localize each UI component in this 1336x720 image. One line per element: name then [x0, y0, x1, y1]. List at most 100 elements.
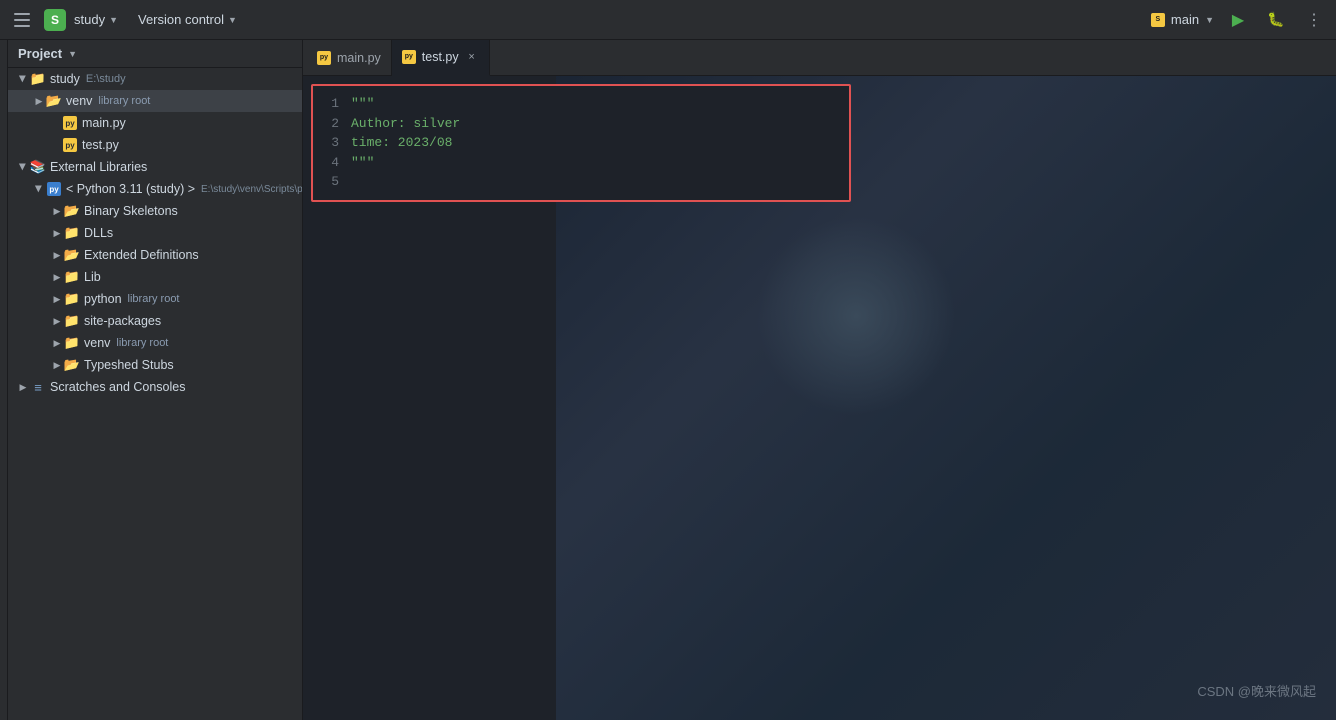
tree-label-python311: < Python 3.11 (study) > — [66, 182, 195, 196]
main-layout: Project ▼ ▶ 📁 study E:\study ▶ 📂 venv li… — [0, 40, 1336, 720]
titlebar-left: S study ▼ Version control ▼ — [8, 6, 1143, 34]
tree-subtitle-venv2: library root — [116, 337, 168, 349]
project-name-button[interactable]: study ▼ — [74, 12, 118, 27]
py-icon-test: py — [62, 137, 78, 153]
tab-label-main-py: main.py — [337, 51, 381, 65]
tree-label-typeshed-stubs: Typeshed Stubs — [84, 358, 174, 372]
tree-item-main-py[interactable]: ▶ py main.py — [8, 112, 302, 134]
tree-item-binary-skeletons[interactable]: ▶ 📂 Binary Skeletons — [8, 200, 302, 222]
tree-arrow-study: ▶ — [16, 72, 30, 86]
tree-path-study: E:\study — [86, 73, 126, 85]
version-control-label: Version control — [138, 12, 224, 27]
py-icon-main: py — [62, 115, 78, 131]
tree-arrow-python: ▶ — [50, 292, 64, 306]
tree-item-extended-definitions[interactable]: ▶ 📂 Extended Definitions — [8, 244, 302, 266]
tree-arrow-ext-libs: ▶ — [16, 160, 30, 174]
project-chevron-icon: ▼ — [109, 15, 118, 25]
code-line-4: """ — [351, 153, 841, 173]
folder-icon-study: 📁 — [30, 71, 46, 87]
tree-item-external-libraries[interactable]: ▶ 📚 External Libraries — [8, 156, 302, 178]
tree-item-venv2[interactable]: ▶ 📁 venv library root — [8, 332, 302, 354]
py-badge-test: py — [63, 138, 77, 152]
tree-arrow-lib: ▶ — [50, 270, 64, 284]
tab-bar: py main.py py test.py × — [303, 40, 1336, 76]
folder-icon-typeshed: 📂 — [64, 357, 80, 373]
hamburger-line-2 — [14, 19, 30, 21]
tree-item-test-py[interactable]: ▶ py test.py — [8, 134, 302, 156]
ext-libs-icon: 📚 — [30, 159, 46, 175]
tree-label-test-py: test.py — [82, 138, 119, 152]
background-art — [556, 116, 1336, 720]
sidebar-header[interactable]: Project ▼ — [8, 40, 302, 68]
code-line-3: time: 2023/08 — [351, 133, 841, 153]
tree-item-venv[interactable]: ▶ 📂 venv library root — [8, 90, 302, 112]
tab-main-py[interactable]: py main.py — [307, 40, 392, 76]
scratches-icon: ≡ — [30, 379, 46, 395]
sidebar-chevron-icon: ▼ — [68, 49, 77, 59]
tab-icon-main-py: py — [317, 51, 331, 65]
tree-arrow-binary-skeletons: ▶ — [50, 204, 64, 218]
tree-subtitle-python: library root — [128, 293, 180, 305]
folder-icon-lib: 📁 — [64, 269, 80, 285]
run-config-label: main — [1171, 12, 1199, 27]
tree-item-python[interactable]: ▶ 📁 python library root — [8, 288, 302, 310]
line-number-3: 3 — [313, 133, 339, 153]
line-number-5: 5 — [313, 172, 339, 192]
tree-item-site-packages[interactable]: ▶ 📁 site-packages — [8, 310, 302, 332]
folder-icon-dlls: 📁 — [64, 225, 80, 241]
tree-item-scratches[interactable]: ▶ ≡ Scratches and Consoles — [8, 376, 302, 398]
watermark: CSDN @晚来微风起 — [1197, 681, 1316, 700]
tree-item-typeshed-stubs[interactable]: ▶ 📂 Typeshed Stubs — [8, 354, 302, 376]
tree-label-extended-definitions: Extended Definitions — [84, 248, 199, 262]
folder-icon-venv: 📂 — [46, 93, 62, 109]
tree-item-lib[interactable]: ▶ 📁 Lib — [8, 266, 302, 288]
tree-subtitle-venv: library root — [98, 95, 150, 107]
code-editor[interactable]: 1 2 3 4 5 """ Author: silver time: 2023/… — [303, 76, 1336, 720]
tree-label-binary-skeletons: Binary Skeletons — [84, 204, 178, 218]
sidebar-title: Project — [18, 46, 62, 61]
tree-label-venv: venv — [66, 94, 92, 108]
tree-label-study: study — [50, 72, 80, 86]
run-config-chevron-icon: ▼ — [1205, 15, 1214, 25]
sidebar-tree: ▶ 📁 study E:\study ▶ 📂 venv library root… — [8, 68, 302, 720]
tree-arrow-venv2: ▶ — [50, 336, 64, 350]
tree-arrow-dlls: ▶ — [50, 226, 64, 240]
py-badge-main: py — [63, 116, 77, 130]
tab-label-test-py: test.py — [422, 50, 459, 64]
folder-icon-python: 📁 — [64, 291, 80, 307]
tree-path-python311: E:\study\venv\Scripts\python.exe — [201, 184, 302, 195]
tab-test-py[interactable]: py test.py × — [392, 40, 490, 76]
tree-arrow-ext-def: ▶ — [50, 248, 64, 262]
tree-label-dlls: DLLs — [84, 226, 113, 240]
run-config-selector[interactable]: S main ▼ — [1151, 12, 1214, 27]
left-gutter — [0, 40, 8, 720]
folder-icon-venv2: 📁 — [64, 335, 80, 351]
debug-button[interactable]: 🐛 — [1262, 6, 1290, 34]
tree-item-dlls[interactable]: ▶ 📁 DLLs — [8, 222, 302, 244]
tab-close-test-py[interactable]: × — [465, 50, 479, 64]
folder-icon-binary-skeletons: 📂 — [64, 203, 80, 219]
editor-area: py main.py py test.py × 1 2 — [303, 40, 1336, 720]
more-options-button[interactable]: ⋮ — [1300, 6, 1328, 34]
tree-arrow-venv: ▶ — [32, 94, 46, 108]
hamburger-button[interactable] — [8, 6, 36, 34]
py-badge-311: py — [47, 182, 61, 196]
code-content: """ Author: silver time: 2023/08 """ — [351, 94, 849, 192]
tab-icon-test-py: py — [402, 50, 416, 64]
run-button[interactable]: ▶ — [1224, 6, 1252, 34]
tree-item-study[interactable]: ▶ 📁 study E:\study — [8, 68, 302, 90]
code-panel: 1 2 3 4 5 """ Author: silver time: 2023/… — [311, 84, 851, 202]
hamburger-line-3 — [14, 25, 30, 27]
code-line-2: Author: silver — [351, 114, 841, 134]
line-number-1: 1 — [313, 94, 339, 114]
code-line-5 — [351, 172, 841, 192]
tree-label-site-packages: site-packages — [84, 314, 161, 328]
code-line-1: """ — [351, 94, 841, 114]
version-control-button[interactable]: Version control ▼ — [138, 12, 237, 27]
folder-icon-ext-def: 📂 — [64, 247, 80, 263]
project-icon: S — [44, 9, 66, 31]
tree-item-python311[interactable]: ▶ py < Python 3.11 (study) > E:\study\ve… — [8, 178, 302, 200]
tree-label-scratches: Scratches and Consoles — [50, 380, 186, 394]
titlebar-right: S main ▼ ▶ 🐛 ⋮ — [1151, 6, 1328, 34]
version-control-chevron-icon: ▼ — [228, 15, 237, 25]
